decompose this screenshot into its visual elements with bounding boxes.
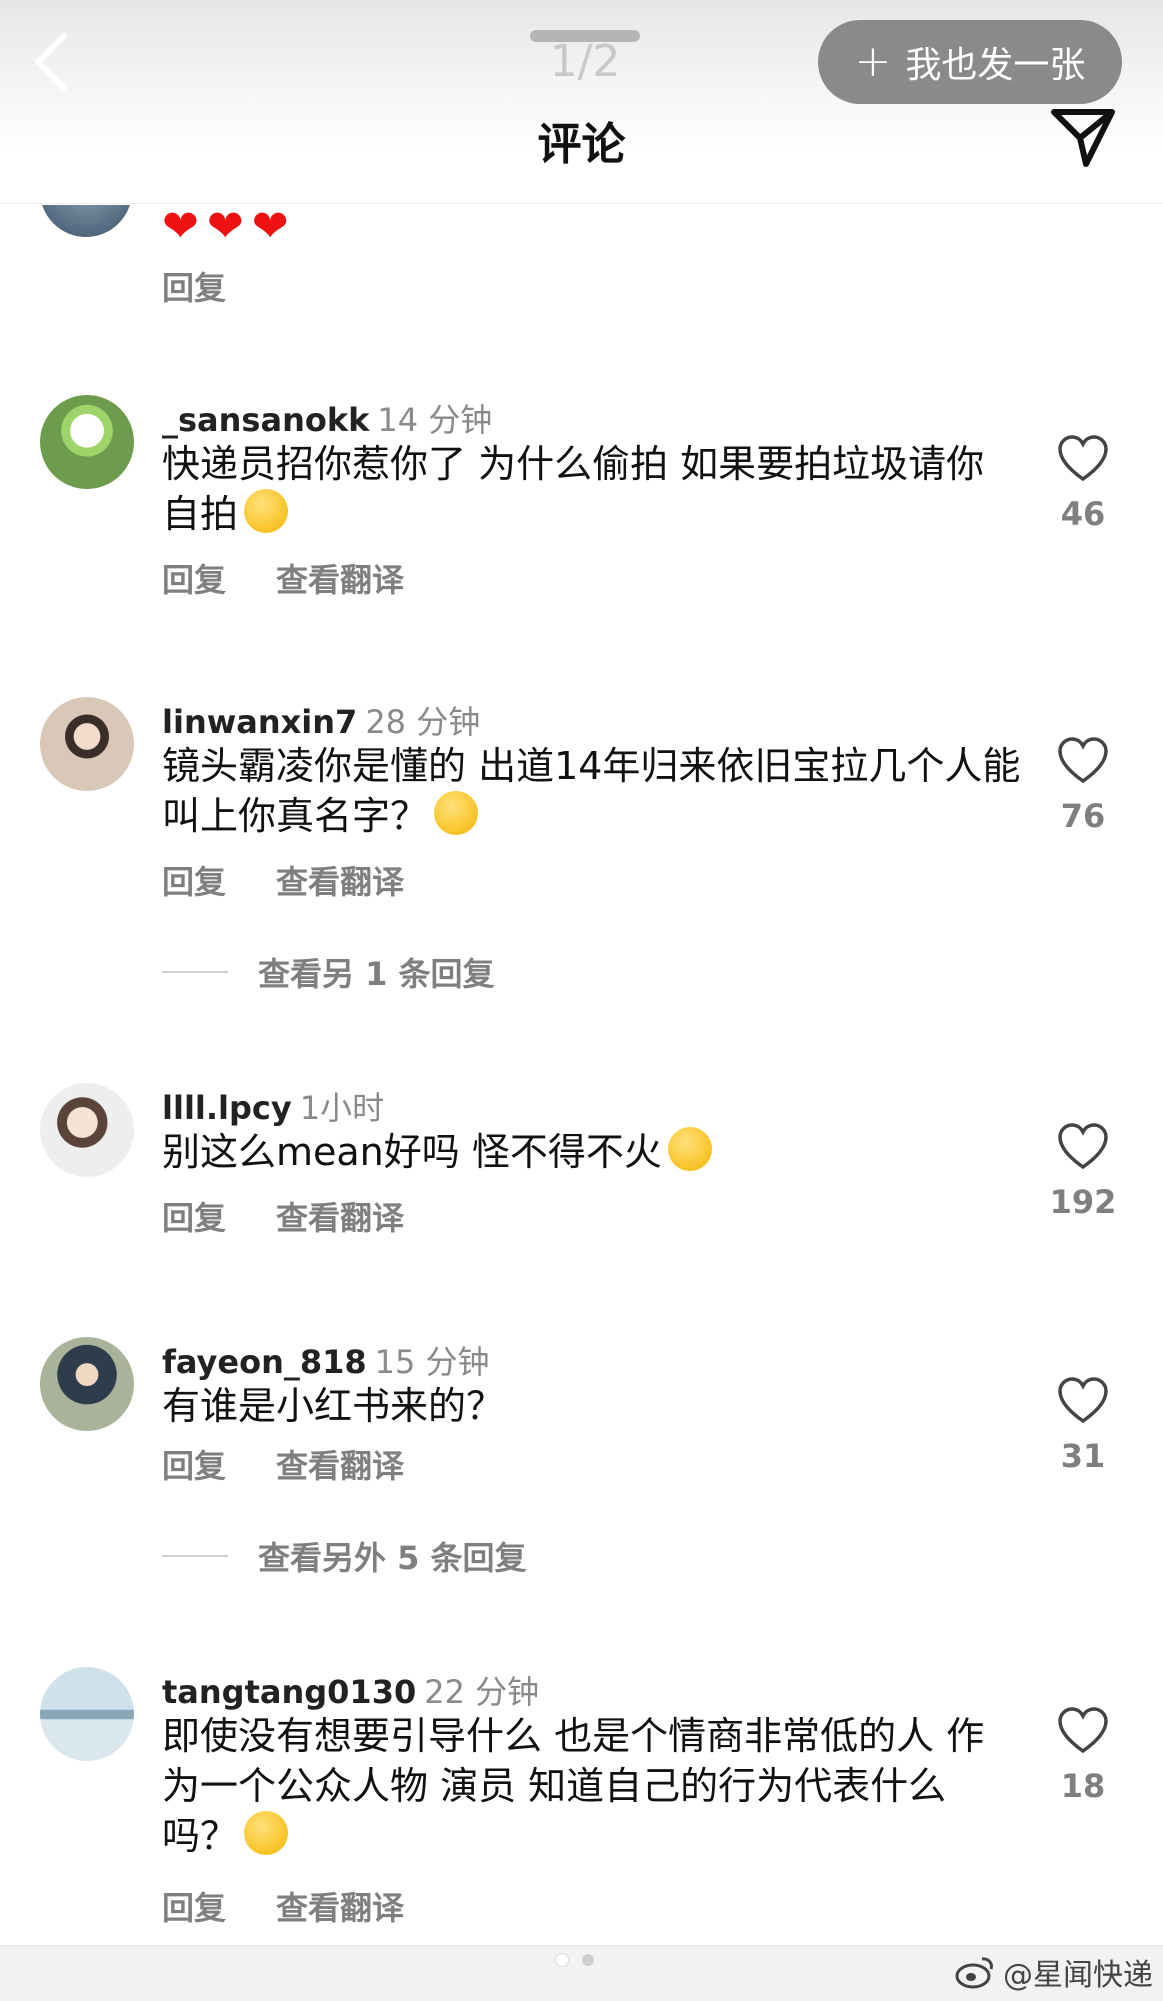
timestamp: 1小时 (299, 1089, 385, 1127)
heart-icon[interactable] (1057, 737, 1109, 785)
like-control: 192 (1040, 1123, 1126, 1221)
comment-actions: 回复 查看翻译 (162, 1441, 454, 1487)
translate-button[interactable]: 查看翻译 (276, 1441, 404, 1487)
like-count: 18 (1060, 1767, 1106, 1805)
comment-list[interactable]: ❤❤❤ 回复 _sansanokk 14 分钟 快递员招你惹你了 为什么偷拍 如果… (0, 205, 1163, 1945)
reply-button[interactable]: 回复 (162, 1441, 226, 1487)
comment-text: 镜头霸凌你是懂的 出道14年归来依旧宝拉几个人能叫上你真名字？ (162, 741, 1022, 841)
comment-body: 快递员招你惹你了 为什么偷拍 如果要拍垃圾请你自拍 (162, 442, 985, 536)
username[interactable]: tangtang0130 (162, 1673, 416, 1711)
like-control: 76 (1040, 737, 1126, 835)
comment-text: 快递员招你惹你了 为什么偷拍 如果要拍垃圾请你自拍 (162, 439, 1022, 539)
username[interactable]: llll.lpcy (162, 1089, 292, 1127)
comment-meta: fayeon_818 15 分钟 (162, 1337, 490, 1383)
crying-emoji (667, 1127, 712, 1171)
like-control: 46 (1040, 435, 1126, 533)
comment-actions: 回复 (162, 263, 276, 309)
watermark: @星闻快递 (955, 1950, 1153, 1994)
reply-button[interactable]: 回复 (162, 857, 226, 903)
reply-button[interactable]: 回复 (162, 263, 226, 309)
comment-body: 有谁是小红书来的？ (162, 1384, 505, 1428)
comment-body: 别这么mean好吗 怪不得不火 (162, 1130, 662, 1174)
avatar[interactable] (40, 1083, 134, 1177)
avatar[interactable] (40, 395, 134, 489)
kissing-heart-emoji (244, 489, 289, 533)
send-icon[interactable] (1048, 104, 1118, 170)
translate-button[interactable]: 查看翻译 (276, 555, 404, 601)
comment-actions: 回复 查看翻译 (162, 1883, 454, 1929)
avatar[interactable] (40, 697, 134, 791)
comment-meta: tangtang0130 22 分钟 (162, 1667, 539, 1713)
like-count: 46 (1060, 495, 1106, 533)
view-more-replies[interactable]: 查看另外 5 条回复 (162, 1533, 527, 1579)
page-dot-active (556, 1954, 568, 1966)
heart-icon[interactable] (1057, 1707, 1109, 1755)
page-dots (556, 1954, 594, 1966)
weibo-icon (955, 1957, 993, 1989)
divider (162, 1555, 228, 1557)
red-hearts-emoji: ❤❤❤ (162, 205, 297, 252)
plus-icon: + (854, 36, 892, 87)
comment-meta: _sansanokk 14 分钟 (162, 395, 492, 441)
username[interactable]: fayeon_818 (162, 1343, 367, 1381)
timestamp: 15 分钟 (374, 1343, 490, 1381)
heart-icon[interactable] (1057, 435, 1109, 483)
post-photo-button[interactable]: + 我也发一张 (818, 20, 1122, 104)
like-count: 76 (1060, 797, 1106, 835)
view-more-replies[interactable]: 查看另 1 条回复 (162, 949, 495, 995)
timestamp: 22 分钟 (424, 1673, 540, 1711)
reply-button[interactable]: 回复 (162, 555, 226, 601)
heart-icon[interactable] (1057, 1123, 1109, 1171)
page-title: 评论 (537, 119, 626, 170)
comment-text: 有谁是小红书来的？ (162, 1381, 1022, 1431)
username[interactable]: linwanxin7 (162, 703, 357, 741)
avatar[interactable] (40, 1667, 134, 1761)
comment-meta: linwanxin7 28 分钟 (162, 697, 480, 743)
comment-text: 即使没有想要引导什么 也是个情商非常低的人 作为一个公众人物 演员 知道自己的行… (162, 1711, 1022, 1861)
view-more-replies-label: 查看另外 5 条回复 (258, 1539, 527, 1577)
like-control: 18 (1040, 1707, 1126, 1805)
like-count: 31 (1060, 1437, 1106, 1475)
avatar[interactable] (40, 1337, 134, 1431)
comment-text: 别这么mean好吗 怪不得不火 (162, 1127, 1022, 1177)
page-indicator: 1/2 (549, 36, 621, 87)
bottom-bar: @星闻快递 (0, 1945, 1163, 2001)
comment-meta: llll.lpcy 1小时 (162, 1083, 384, 1129)
timestamp: 14 分钟 (377, 401, 493, 439)
translate-button[interactable]: 查看翻译 (276, 1193, 404, 1239)
translate-button[interactable]: 查看翻译 (276, 1883, 404, 1929)
comments-header: 1/2 + 我也发一张 评论 (0, 0, 1163, 204)
like-control: 31 (1040, 1377, 1126, 1475)
reply-button[interactable]: 回复 (162, 1883, 226, 1929)
watermark-text: @星闻快递 (1003, 1958, 1153, 1993)
divider (162, 971, 228, 973)
reply-button[interactable]: 回复 (162, 1193, 226, 1239)
view-more-replies-label: 查看另 1 条回复 (258, 955, 495, 993)
sweat-smile-emoji (244, 1811, 289, 1855)
username[interactable]: _sansanokk (162, 401, 369, 439)
comment-actions: 回复 查看翻译 (162, 857, 454, 903)
comment-body: 镜头霸凌你是懂的 出道14年归来依旧宝拉几个人能叫上你真名字？ (162, 744, 1021, 838)
avatar[interactable] (40, 205, 132, 237)
like-count: 192 (1049, 1183, 1117, 1221)
comment-actions: 回复 查看翻译 (162, 555, 454, 601)
timestamp: 28 分钟 (365, 703, 481, 741)
rofl-emoji (434, 791, 479, 835)
translate-button[interactable]: 查看翻译 (276, 857, 404, 903)
comment-actions: 回复 查看翻译 (162, 1193, 454, 1239)
heart-icon[interactable] (1057, 1377, 1109, 1425)
post-photo-label: 我也发一张 (905, 45, 1086, 86)
page-dot (582, 1954, 594, 1966)
back-icon[interactable] (28, 30, 78, 94)
